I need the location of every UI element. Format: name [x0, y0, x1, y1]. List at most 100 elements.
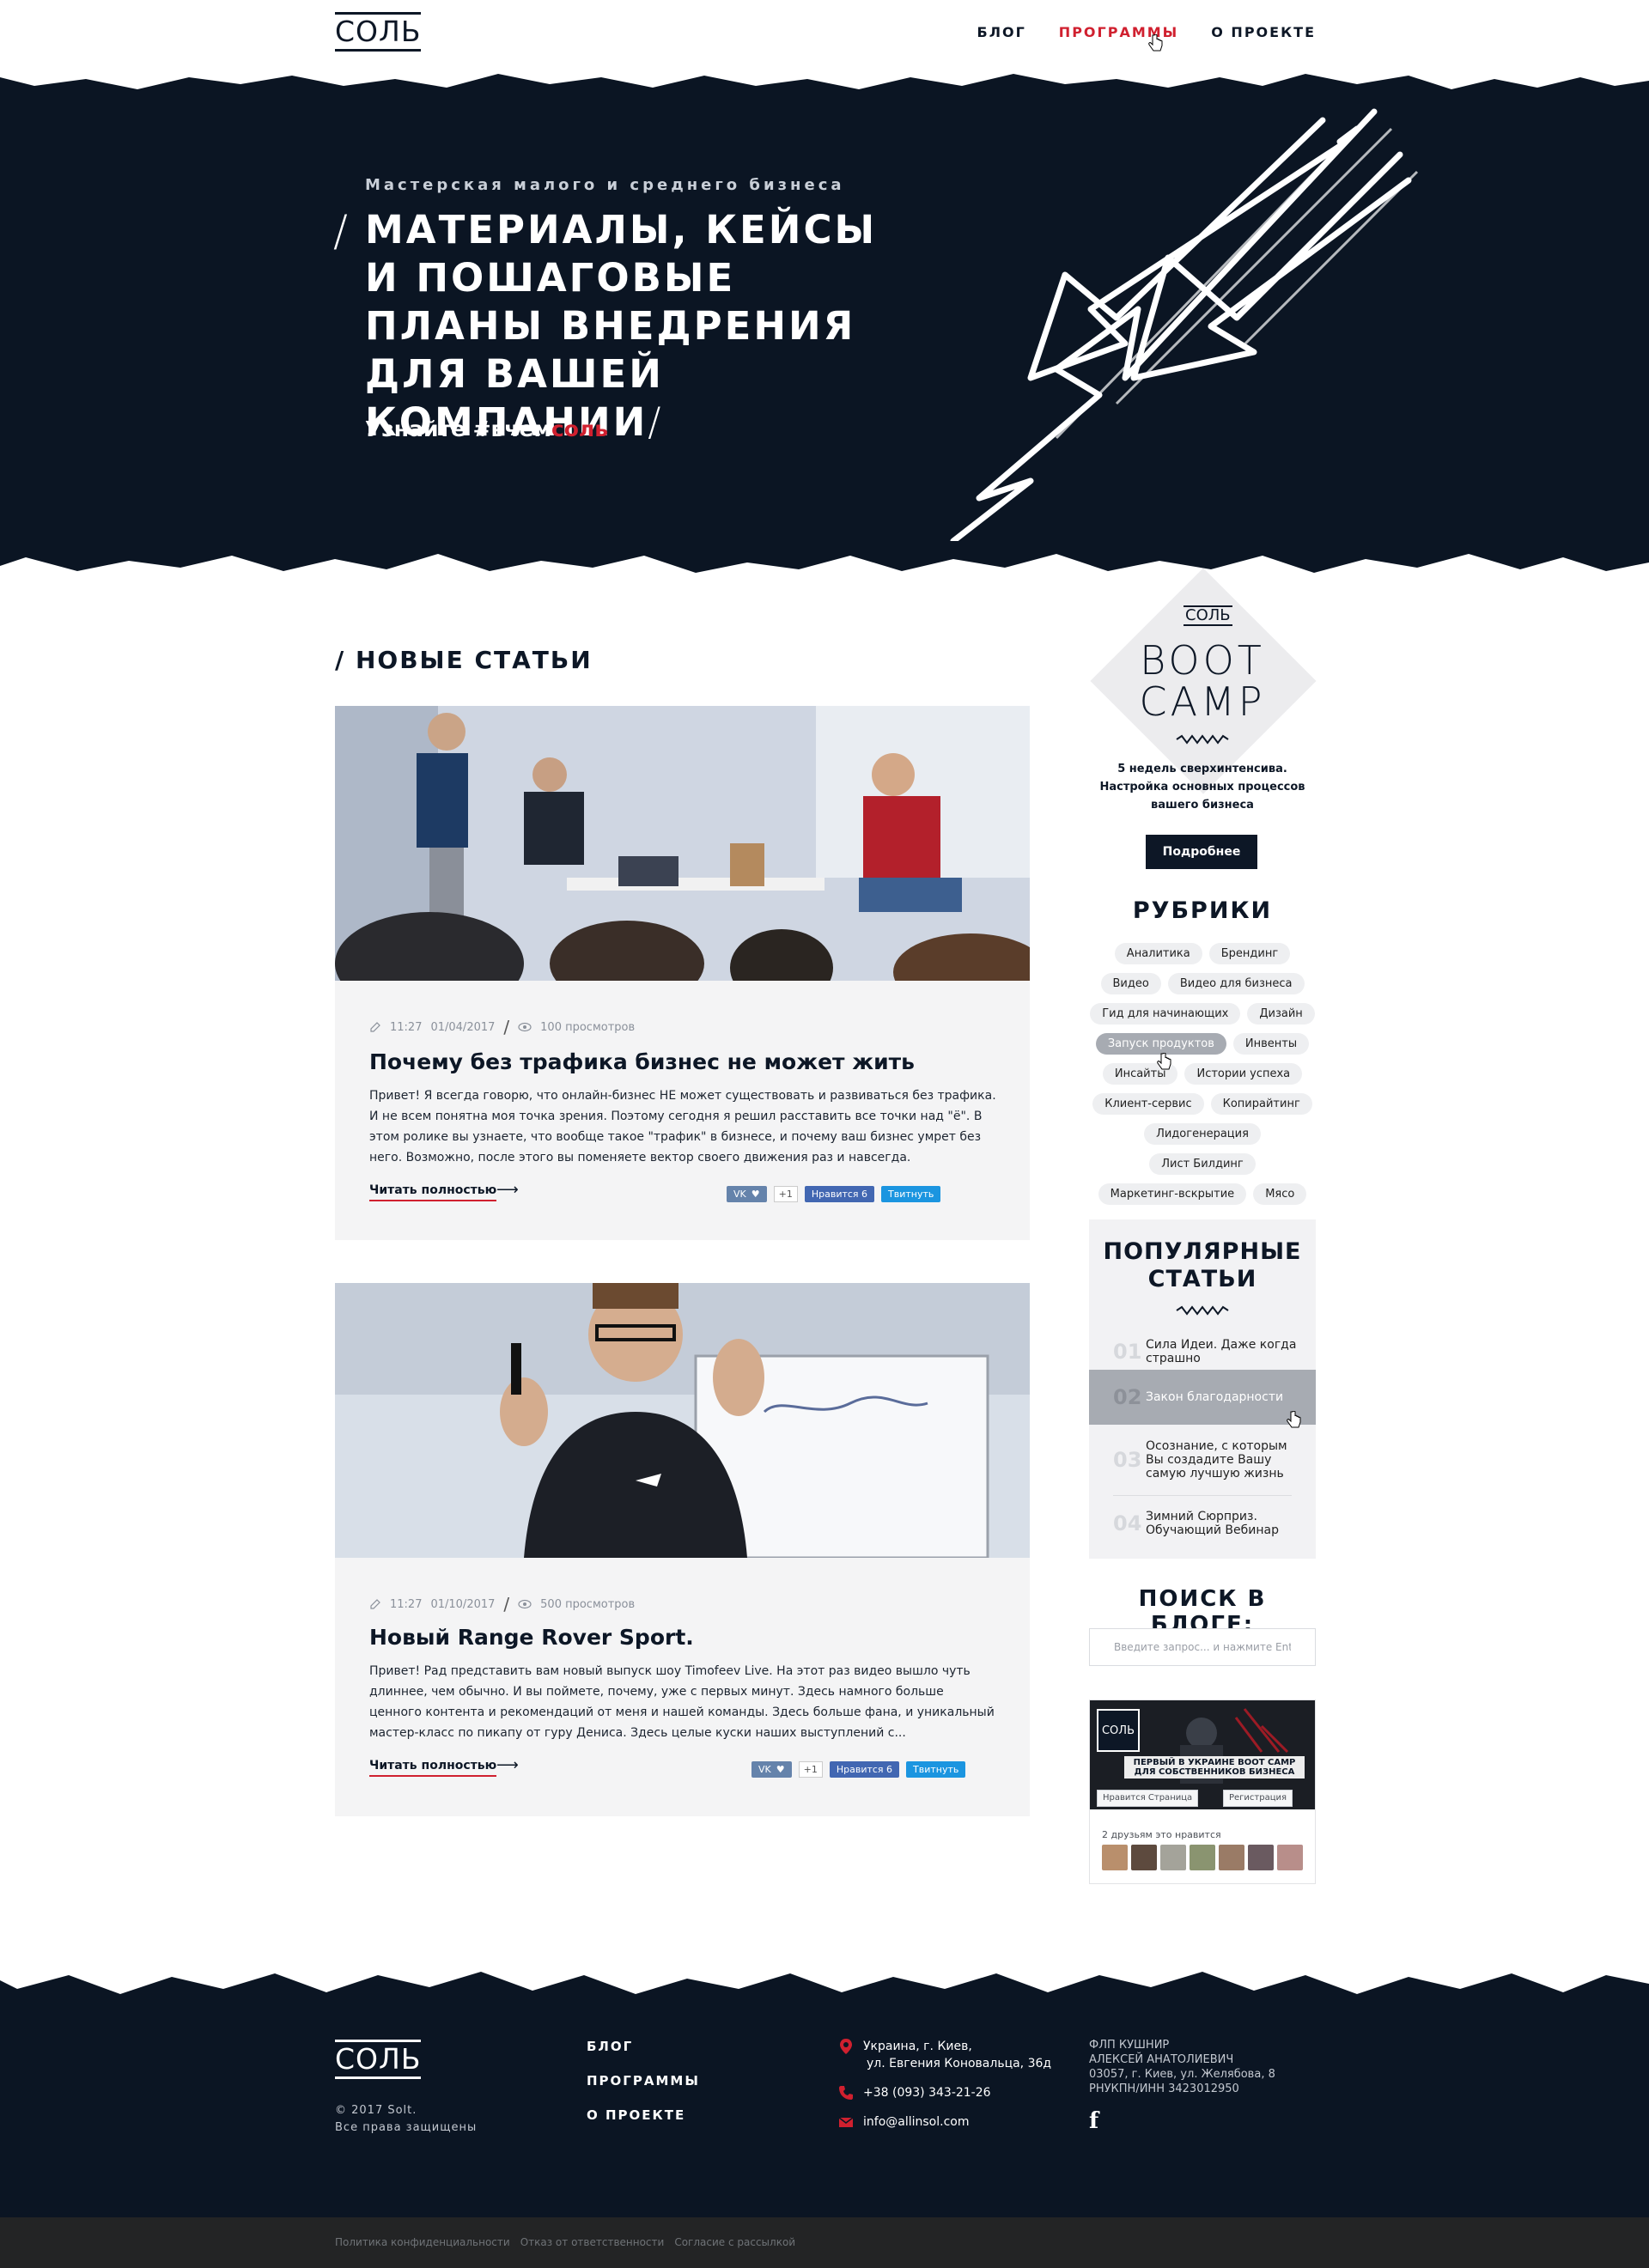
- rubric-tag[interactable]: Видео: [1100, 973, 1161, 994]
- vk-like-button[interactable]: VK ♥: [727, 1186, 767, 1202]
- rubric-tag[interactable]: Инвенты: [1232, 1033, 1310, 1055]
- bootcamp-logo: СОЛЬ: [1184, 605, 1232, 626]
- rubric-tag[interactable]: Лидогенерация: [1144, 1123, 1261, 1145]
- avatar[interactable]: [1277, 1845, 1303, 1870]
- legal-line3: 03057, г. Киев, ул. Желябова, 8: [1089, 2068, 1275, 2081]
- fb-page-like-button[interactable]: Нравится Страница: [1097, 1790, 1199, 1807]
- phone-number: +38 (093) 343-21-26: [863, 2086, 991, 2100]
- rubric-tag[interactable]: Брендинг: [1208, 943, 1291, 964]
- disclaimer-link[interactable]: Отказ от ответственности: [520, 2236, 665, 2248]
- rubrics-heading: РУБРИКИ: [1132, 897, 1273, 924]
- article-photo[interactable]: [335, 1283, 1030, 1558]
- article-title[interactable]: Новый Range Rover Sport.: [369, 1625, 694, 1650]
- nav-blog[interactable]: БЛОГ: [977, 24, 1026, 40]
- popular-item-number: 04: [1113, 1511, 1142, 1535]
- bootcamp-details-button[interactable]: Подробнее: [1146, 835, 1257, 869]
- hero-title-slash-end: /: [648, 399, 664, 445]
- site-footer: СОЛЬ © 2017 Solt. Все права защищены БЛО…: [0, 1949, 1649, 2217]
- article-views: 100 просмотров: [540, 1020, 636, 1034]
- envelope-icon: [838, 2117, 854, 2127]
- avatar[interactable]: [1248, 1845, 1274, 1870]
- bottom-legal-bar: Политика конфиденциальности Отказ от отв…: [0, 2217, 1649, 2268]
- rubric-tag[interactable]: Маркетинг-вскрытие: [1098, 1183, 1247, 1205]
- article-title[interactable]: Почему без трафика бизнес не может жить: [369, 1049, 915, 1074]
- rubric-tag[interactable]: Лист Билдинг: [1149, 1153, 1256, 1175]
- privacy-policy-link[interactable]: Политика конфиденциальности: [335, 2236, 510, 2248]
- avatar[interactable]: [1160, 1845, 1186, 1870]
- fb-banner-line1: ПЕРВЫЙ В УКРАИНЕ BOOT CAMP: [1133, 1758, 1296, 1767]
- rubric-tag[interactable]: Истории успеха: [1184, 1063, 1303, 1085]
- bootcamp-promo: СОЛЬ BOOT CAMP 5 недель сверхинтенсива. …: [1089, 568, 1317, 876]
- map-pin-icon: [840, 2039, 852, 2054]
- heart-icon: ♥: [751, 1189, 760, 1200]
- article-views: 500 просмотров: [540, 1597, 636, 1611]
- hero-subtitle: Мастерская малого и среднего бизнеса: [365, 176, 845, 194]
- article-photo[interactable]: [335, 706, 1030, 981]
- rubric-tag[interactable]: Гид для начинающих: [1090, 1003, 1241, 1025]
- rubric-tag[interactable]: Дизайн: [1247, 1003, 1315, 1025]
- rubrics-tag-cloud: Аналитика Брендинг Видео Видео для бизне…: [1089, 943, 1316, 1205]
- popular-item-number: 01: [1113, 1340, 1142, 1364]
- phone-icon: [839, 2086, 853, 2100]
- popular-item[interactable]: 01 Сила Идеи. Даже когда страшно: [1089, 1329, 1316, 1374]
- site-header: СОЛЬ БЛОГ ПРОГРАММЫ О ПРОЕКТЕ: [0, 0, 1649, 72]
- read-more-link[interactable]: Читать полностью: [369, 1759, 497, 1777]
- contact-phone[interactable]: +38 (093) 343-21-26: [837, 2084, 991, 2101]
- avatar[interactable]: [1102, 1845, 1128, 1870]
- heart-icon: ♥: [776, 1764, 785, 1775]
- read-more-link[interactable]: Читать полностью: [369, 1183, 497, 1201]
- fb-like-button[interactable]: Нравится 6: [829, 1761, 900, 1778]
- tweet-button[interactable]: Твитнуть: [881, 1186, 941, 1202]
- tweet-button[interactable]: Твитнуть: [906, 1761, 966, 1778]
- new-articles-heading: / НОВЫЕ СТАТЬИ: [335, 646, 593, 674]
- avatar[interactable]: [1219, 1845, 1244, 1870]
- mailing-consent-link[interactable]: Согласие с рассылкой: [674, 2236, 795, 2248]
- legal-line2: АЛЕКСЕЙ АНАТОЛИЕВИЧ: [1089, 2053, 1234, 2066]
- article-card: 11:27 01/04/2017 / 100 просмотров Почему…: [335, 706, 1030, 1240]
- popular-item[interactable]: 04 Зимний Сюрприз. Обучающий Вебинар: [1089, 1499, 1316, 1547]
- vk-like-count: +1: [798, 1761, 823, 1778]
- article-excerpt: Привет! Рад представить вам новый выпуск…: [369, 1664, 995, 1740]
- article-date: 01/10/2017: [430, 1597, 496, 1611]
- fb-page-logo: СОЛЬ: [1097, 1709, 1140, 1752]
- eye-icon: [518, 1599, 532, 1609]
- article-date: 01/04/2017: [430, 1020, 496, 1034]
- avatar[interactable]: [1131, 1845, 1157, 1870]
- facebook-icon[interactable]: f: [1089, 2108, 1098, 2134]
- footer-nav-programs[interactable]: ПРОГРАММЫ: [587, 2073, 700, 2089]
- facebook-page-widget: СОЛЬ ПЕРВЫЙ В УКРАИНЕ BOOT CAMP ДЛЯ СОБС…: [1089, 1699, 1316, 1884]
- fb-friend-avatars: [1102, 1845, 1303, 1870]
- blog-search-input[interactable]: [1089, 1628, 1316, 1666]
- hand-cursor-icon: [1157, 1053, 1171, 1070]
- fb-register-button[interactable]: Регистрация: [1223, 1790, 1293, 1807]
- rubric-tag-active[interactable]: Запуск продуктов: [1095, 1033, 1226, 1055]
- copyright: © 2017 Solt. Все права защищены: [335, 2102, 477, 2137]
- meta-separator: /: [503, 1017, 510, 1037]
- avatar[interactable]: [1190, 1845, 1215, 1870]
- footer-nav-about[interactable]: О ПРОЕКТЕ: [587, 2107, 700, 2123]
- vk-like-button[interactable]: VK ♥: [751, 1761, 792, 1778]
- rubric-tag[interactable]: Мясо: [1253, 1183, 1307, 1205]
- rubric-tag[interactable]: Аналитика: [1114, 943, 1202, 964]
- contact-email[interactable]: info@allinsol.com: [837, 2113, 969, 2131]
- arrow-right-icon: ⟶: [496, 1181, 519, 1199]
- footer-logo[interactable]: СОЛЬ: [335, 2040, 421, 2079]
- hero-title-text: МАТЕРИАЛЫ, КЕЙСЫ И ПОШАГОВЫЕ ПЛАНЫ ВНЕДР…: [365, 207, 878, 445]
- popular-item-active[interactable]: 02 Закон благодарности: [1089, 1370, 1316, 1425]
- logo-text: СОЛЬ: [335, 2042, 422, 2076]
- rubric-tag[interactable]: Клиент-сервис: [1092, 1093, 1204, 1115]
- legal-line4: РНУКПН/ИНН 3423012950: [1089, 2083, 1239, 2095]
- bootcamp-title-line1: BOOT: [1140, 637, 1265, 684]
- popular-item[interactable]: 03 Осознание, с которым Вы создадите Ваш…: [1089, 1430, 1316, 1490]
- brush-arrows-illustration: [950, 108, 1419, 541]
- rubric-tag[interactable]: Видео для бизнеса: [1167, 973, 1305, 994]
- footer-nav-blog[interactable]: БЛОГ: [587, 2039, 700, 2054]
- fb-like-button[interactable]: Нравится 6: [804, 1186, 875, 1202]
- nav-about[interactable]: О ПРОЕКТЕ: [1211, 24, 1316, 40]
- fb-cover-image[interactable]: СОЛЬ ПЕРВЫЙ В УКРАИНЕ BOOT CAMP ДЛЯ СОБС…: [1090, 1700, 1315, 1809]
- site-logo[interactable]: СОЛЬ: [335, 12, 421, 55]
- rubric-tag[interactable]: Копирайтинг: [1210, 1093, 1312, 1115]
- hero-tagline: Узнайте #вчемсоль: [365, 417, 608, 441]
- vk-like-count: +1: [773, 1186, 798, 1202]
- copyright-line1: © 2017 Solt.: [335, 2104, 417, 2117]
